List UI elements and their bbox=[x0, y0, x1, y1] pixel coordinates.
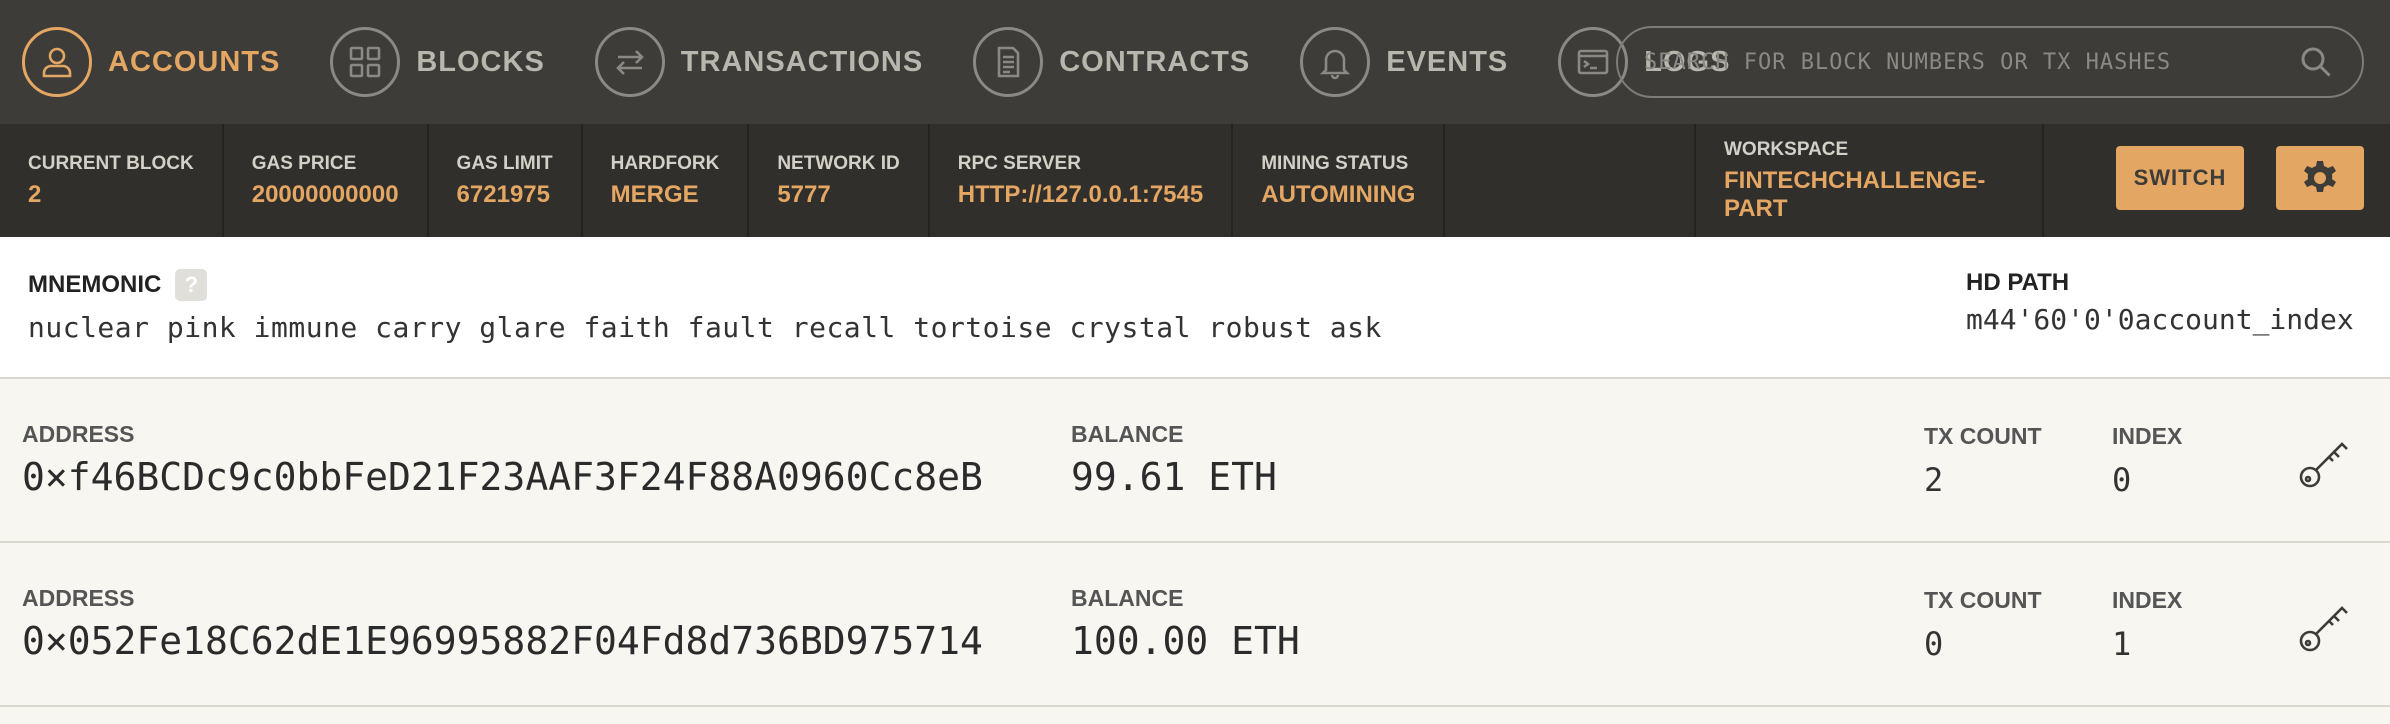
index-label: INDEX bbox=[2112, 587, 2183, 613]
index-value: 1 bbox=[2112, 625, 2132, 663]
balance-value: 100.00 ETH bbox=[1071, 619, 1300, 663]
gas-price-value: 20000000000 bbox=[251, 180, 399, 208]
nav-contracts-label: CONTRACTS bbox=[1059, 45, 1251, 78]
mnemonic-words: nuclear pink immune carry glare faith fa… bbox=[28, 311, 1382, 344]
settings-button[interactable] bbox=[2276, 146, 2364, 210]
mining-status-value: AUTOMINING bbox=[1261, 180, 1416, 208]
balance-label: BALANCE bbox=[1071, 585, 1184, 611]
workspace-stat: WORKSPACE FINTECHCHALLENGE-PART bbox=[1694, 124, 2044, 237]
address-label: ADDRESS bbox=[22, 585, 135, 611]
switch-button[interactable]: SWITCH bbox=[2116, 146, 2244, 210]
index-label: INDEX bbox=[2112, 423, 2183, 449]
gear-icon bbox=[2304, 161, 2336, 192]
tx-count-value: 2 bbox=[1924, 461, 1944, 499]
hd-path-value: m44'60'0'0account_index bbox=[1966, 303, 2354, 336]
mnemonic-panel: MNEMONIC ? nuclear pink immune carry gla… bbox=[0, 237, 2390, 379]
hardfork-label: HARDFORK bbox=[610, 152, 720, 174]
current-block-value: 2 bbox=[28, 180, 42, 208]
search-bar bbox=[1616, 26, 2364, 98]
rpc-server-value: HTTP://127.0.0.1:7545 bbox=[957, 180, 1204, 208]
nav-blocks[interactable]: BLOCKS bbox=[330, 0, 544, 124]
key-icon[interactable] bbox=[2296, 599, 2352, 655]
document-icon bbox=[973, 27, 1044, 97]
address-value: 0×052Fe18C62dE1E96995882F04Fd8d736BD9757… bbox=[22, 619, 983, 663]
gas-price-stat: GAS PRICE 20000000000 bbox=[224, 124, 429, 237]
workspace-value: FINTECHCHALLENGE-PART bbox=[1724, 166, 1986, 222]
grid-icon bbox=[330, 27, 401, 97]
tx-count-label: TX COUNT bbox=[1924, 587, 2042, 613]
mnemonic-label: MNEMONIC bbox=[28, 271, 162, 298]
tx-count-label: TX COUNT bbox=[1924, 423, 2042, 449]
user-icon bbox=[22, 27, 92, 97]
tx-count-value: 0 bbox=[1924, 625, 1944, 663]
search-input[interactable] bbox=[1642, 48, 2298, 76]
mnemonic-header: MNEMONIC ? bbox=[28, 269, 208, 301]
bell-icon bbox=[1300, 27, 1371, 97]
hd-path-label: HD PATH bbox=[1966, 269, 2070, 296]
help-icon[interactable]: ? bbox=[175, 269, 208, 301]
status-bar: CURRENT BLOCK 2 GAS PRICE 20000000000 GA… bbox=[0, 124, 2390, 237]
gas-price-label: GAS PRICE bbox=[251, 152, 357, 174]
gas-limit-stat: GAS LIMIT 6721975 bbox=[429, 124, 583, 237]
nav-blocks-label: BLOCKS bbox=[416, 45, 545, 78]
gas-limit-label: GAS LIMIT bbox=[456, 152, 553, 174]
address-value: 0×f46BCDc9c0bbFeD21F23AAF3F24F88A0960Cc8… bbox=[22, 455, 983, 499]
workspace-label: WORKSPACE bbox=[1724, 138, 1849, 160]
address-label: ADDRESS bbox=[22, 421, 135, 447]
key-icon[interactable] bbox=[2296, 435, 2352, 491]
current-block-label: CURRENT BLOCK bbox=[28, 152, 194, 174]
balance-label: BALANCE bbox=[1071, 421, 1184, 447]
top-navigation: ACCOUNTS BLOCKS TRANSACTIONS CONTRACTS E… bbox=[0, 0, 2390, 124]
nav-transactions[interactable]: TRANSACTIONS bbox=[594, 0, 924, 124]
mining-status-label: MINING STATUS bbox=[1261, 152, 1409, 174]
account-row: ADDRESS 0×f46BCDc9c0bbFeD21F23AAF3F24F88… bbox=[0, 379, 2390, 543]
mining-status-stat: MINING STATUS AUTOMINING bbox=[1233, 124, 1446, 237]
index-value: 0 bbox=[2112, 461, 2132, 499]
nav-events[interactable]: EVENTS bbox=[1300, 0, 1508, 124]
nav-transactions-label: TRANSACTIONS bbox=[680, 45, 924, 78]
hardfork-value: MERGE bbox=[610, 180, 699, 208]
network-id-value: 5777 bbox=[777, 180, 831, 208]
nav-accounts-label: ACCOUNTS bbox=[108, 45, 281, 78]
rpc-server-label: RPC SERVER bbox=[957, 152, 1081, 174]
account-row: ADDRESS 0×052Fe18C62dE1E96995882F04Fd8d7… bbox=[0, 543, 2390, 707]
rpc-server-stat: RPC SERVER HTTP://127.0.0.1:7545 bbox=[930, 124, 1234, 237]
search-icon[interactable] bbox=[2298, 44, 2334, 80]
nav-accounts[interactable]: ACCOUNTS bbox=[22, 0, 280, 124]
current-block-stat: CURRENT BLOCK 2 bbox=[0, 124, 224, 237]
network-id-stat: NETWORK ID 5777 bbox=[749, 124, 930, 237]
network-id-label: NETWORK ID bbox=[777, 152, 900, 174]
nav-events-label: EVENTS bbox=[1386, 45, 1509, 78]
hardfork-stat: HARDFORK MERGE bbox=[583, 124, 750, 237]
balance-value: 99.61 ETH bbox=[1071, 455, 1277, 499]
nav-contracts[interactable]: CONTRACTS bbox=[973, 0, 1250, 124]
gas-limit-value: 6721975 bbox=[456, 180, 550, 208]
arrows-icon bbox=[594, 27, 665, 97]
